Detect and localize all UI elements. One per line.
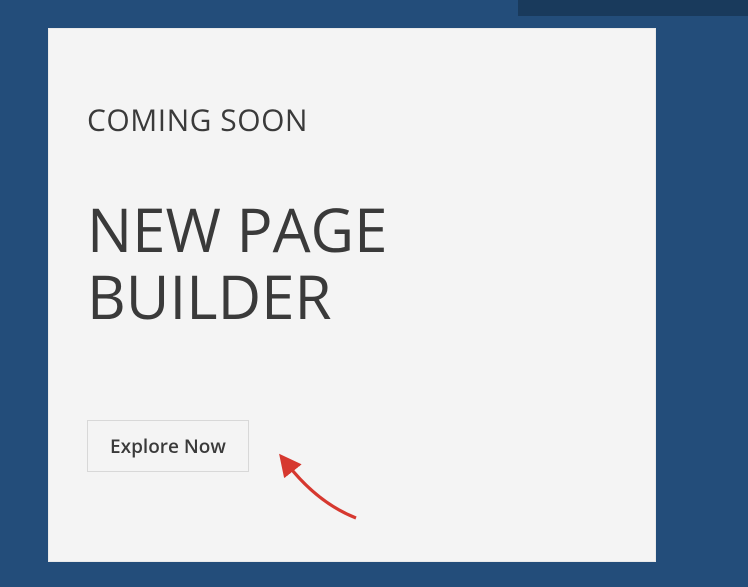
subheading: COMING SOON (87, 99, 617, 140)
explore-now-button[interactable]: Explore Now (87, 420, 249, 472)
heading: NEW PAGE BUILDER (87, 196, 617, 330)
promo-card: COMING SOON NEW PAGE BUILDER Explore Now (48, 28, 656, 562)
top-right-bar (518, 0, 748, 16)
